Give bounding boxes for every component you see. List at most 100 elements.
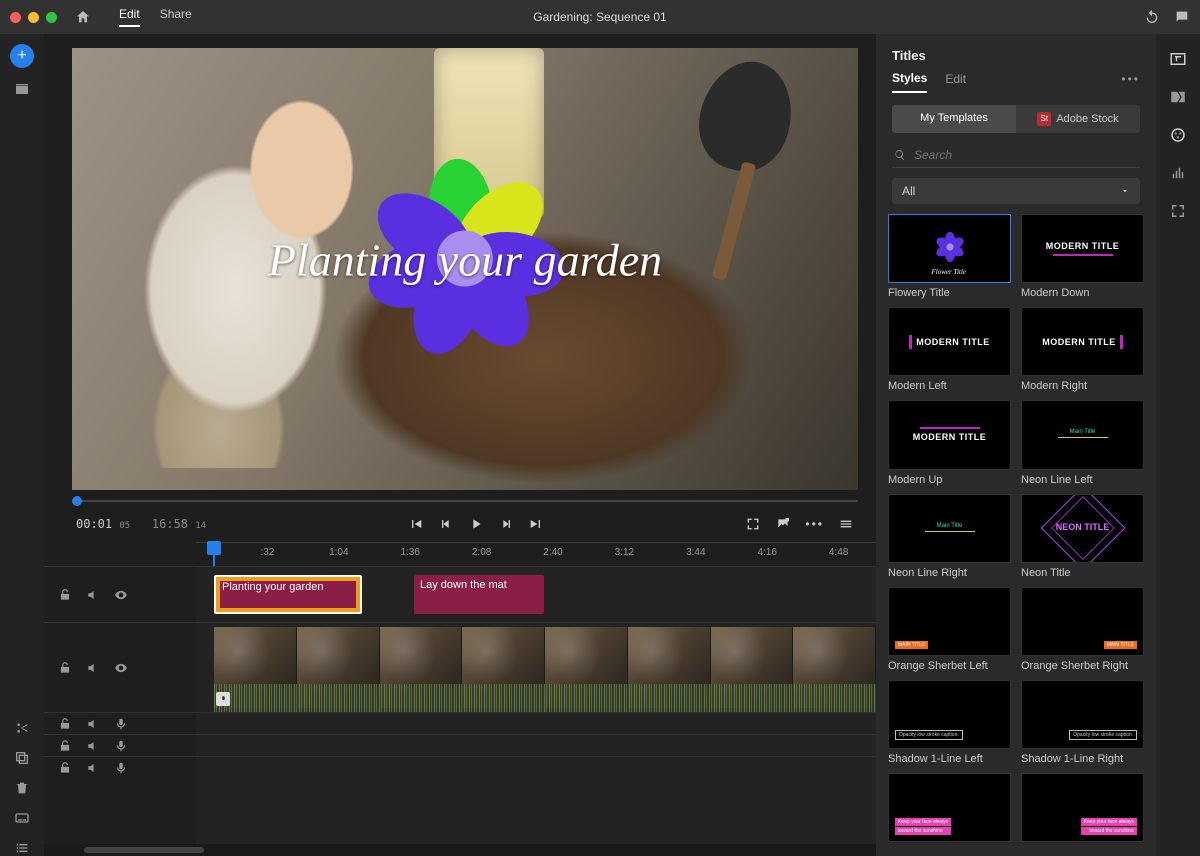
template-item[interactable]: MODERN TITLE Modern Left [888,307,1011,392]
more-options-icon[interactable]: ••• [805,517,824,531]
panel-more-icon[interactable]: ••• [1121,72,1140,92]
template-thumb[interactable]: MAIN TITLE [888,587,1011,656]
template-item[interactable]: NEON TITLE Neon Title [1021,494,1144,579]
template-item[interactable]: MODERN TITLE Modern Down [1021,214,1144,299]
timeline-options-icon[interactable] [838,516,854,532]
center-area: Planting your garden 00:01 05 16:58 14 [44,34,876,856]
audio-track-1[interactable] [196,712,876,734]
audio-tool-icon[interactable] [1169,164,1187,182]
title-clip-selected[interactable]: Planting your garden [214,575,362,614]
template-item[interactable]: Keep your face alwaystoward the sunshine [888,773,1011,846]
step-forward-icon[interactable] [498,516,514,532]
template-thumb[interactable]: MODERN TITLE [1021,214,1144,283]
comment-icon[interactable] [1174,9,1190,25]
titles-tool-icon[interactable] [1169,50,1187,68]
panel-heading: Titles [892,48,1140,63]
lock-icon[interactable] [58,739,72,753]
video-track[interactable] [196,622,876,712]
transitions-tool-icon[interactable] [1169,88,1187,106]
search-input[interactable] [912,147,1138,163]
visibility-icon[interactable] [114,588,128,602]
template-item[interactable]: MAIN TITLE Orange Sherbet Right [1021,587,1144,672]
audio-track-3[interactable] [196,756,876,778]
template-item[interactable]: Main Title Neon Line Left [1021,400,1144,485]
template-thumb[interactable]: MODERN TITLE [888,307,1011,376]
visibility-icon[interactable] [114,661,128,675]
menu-share[interactable]: Share [160,7,192,27]
mic-icon[interactable] [114,761,128,775]
timeline-scrollbar[interactable] [44,844,876,856]
mute-icon[interactable] [86,717,100,731]
trash-icon[interactable] [14,780,30,796]
mic-icon[interactable] [114,739,128,753]
preview-title-overlay: Planting your garden [268,234,662,287]
template-item[interactable]: Opacity low stroke caption. Shadow 1-Lin… [888,680,1011,765]
step-back-icon[interactable] [438,516,454,532]
goto-end-icon[interactable] [528,516,544,532]
template-thumb[interactable]: Opacity low stroke caption. [1021,680,1144,749]
transform-tool-icon[interactable] [1169,202,1187,220]
lock-icon[interactable] [58,761,72,775]
template-item[interactable]: Main Title Neon Line Right [888,494,1011,579]
lock-icon[interactable] [58,661,72,675]
color-tool-icon[interactable] [1169,126,1187,144]
template-thumb[interactable]: Keep your face alwaystoward the sunshine [888,773,1011,842]
timeline-tracks[interactable]: Planting your garden Lay down the mat [196,566,876,844]
preview-scrubber[interactable] [72,494,858,508]
mute-icon[interactable] [86,739,100,753]
menu-edit[interactable]: Edit [119,7,140,27]
template-thumb[interactable]: MODERN TITLE [888,400,1011,469]
template-thumb[interactable]: Flower Title [888,214,1011,283]
template-item[interactable]: Opacity low stroke caption. Shadow 1-Lin… [1021,680,1144,765]
mute-icon[interactable] [86,661,100,675]
ruler-tick: 2:40 [543,547,562,558]
seg-adobe-stock[interactable]: StAdobe Stock [1016,105,1140,133]
template-item[interactable]: Keep your face alwaystoward the sunshine [1021,773,1144,846]
seg-my-templates[interactable]: My Templates [892,105,1016,133]
export-frame-icon[interactable] [775,516,791,532]
template-thumb[interactable]: NEON TITLE [1021,494,1144,563]
video-preview[interactable]: Planting your garden [72,48,858,490]
goto-start-icon[interactable] [408,516,424,532]
list-view-icon[interactable] [14,840,30,856]
template-thumb[interactable]: Main Title [888,494,1011,563]
mute-icon[interactable] [86,588,100,602]
fullscreen-icon[interactable] [745,516,761,532]
timeline-ruler[interactable]: :321:041:362:082:403:123:444:164:48 [196,542,876,566]
undo-icon[interactable] [1144,9,1160,25]
title-track[interactable]: Planting your garden Lay down the mat [196,566,876,622]
close-window-icon[interactable] [10,12,21,23]
template-thumb[interactable]: MODERN TITLE [1021,307,1144,376]
project-assets-icon[interactable] [14,82,30,98]
lock-icon[interactable] [58,588,72,602]
captions-icon[interactable] [14,810,30,826]
title-clip[interactable]: Lay down the mat [414,575,544,614]
template-thumb[interactable]: Main Title [1021,400,1144,469]
template-label: Neon Line Left [1021,474,1144,486]
template-item[interactable]: MODERN TITLE Modern Right [1021,307,1144,392]
play-icon[interactable] [468,516,484,532]
home-icon[interactable] [75,9,91,25]
ruler-tick: 2:08 [472,547,491,558]
template-item[interactable]: MODERN TITLE Modern Up [888,400,1011,485]
duplicate-icon[interactable] [14,750,30,766]
minimize-window-icon[interactable] [28,12,39,23]
template-thumb[interactable]: Keep your face alwaystoward the sunshine [1021,773,1144,842]
scissors-icon[interactable] [14,720,30,736]
lock-icon[interactable] [58,717,72,731]
template-item[interactable]: Flower Title Flowery Title [888,214,1011,299]
playhead[interactable] [207,541,221,555]
tab-styles[interactable]: Styles [892,71,927,93]
tab-edit[interactable]: Edit [945,72,966,92]
mic-icon[interactable] [114,717,128,731]
add-media-button[interactable]: + [10,44,34,68]
audio-waveform [214,684,876,712]
template-item[interactable]: MAIN TITLE Orange Sherbet Left [888,587,1011,672]
mute-icon[interactable] [86,761,100,775]
template-thumb[interactable]: MAIN TITLE [1021,587,1144,656]
audio-track-2[interactable] [196,734,876,756]
template-label: Neon Line Right [888,567,1011,579]
maximize-window-icon[interactable] [46,12,57,23]
filter-dropdown[interactable]: All [892,178,1140,204]
template-thumb[interactable]: Opacity low stroke caption. [888,680,1011,749]
